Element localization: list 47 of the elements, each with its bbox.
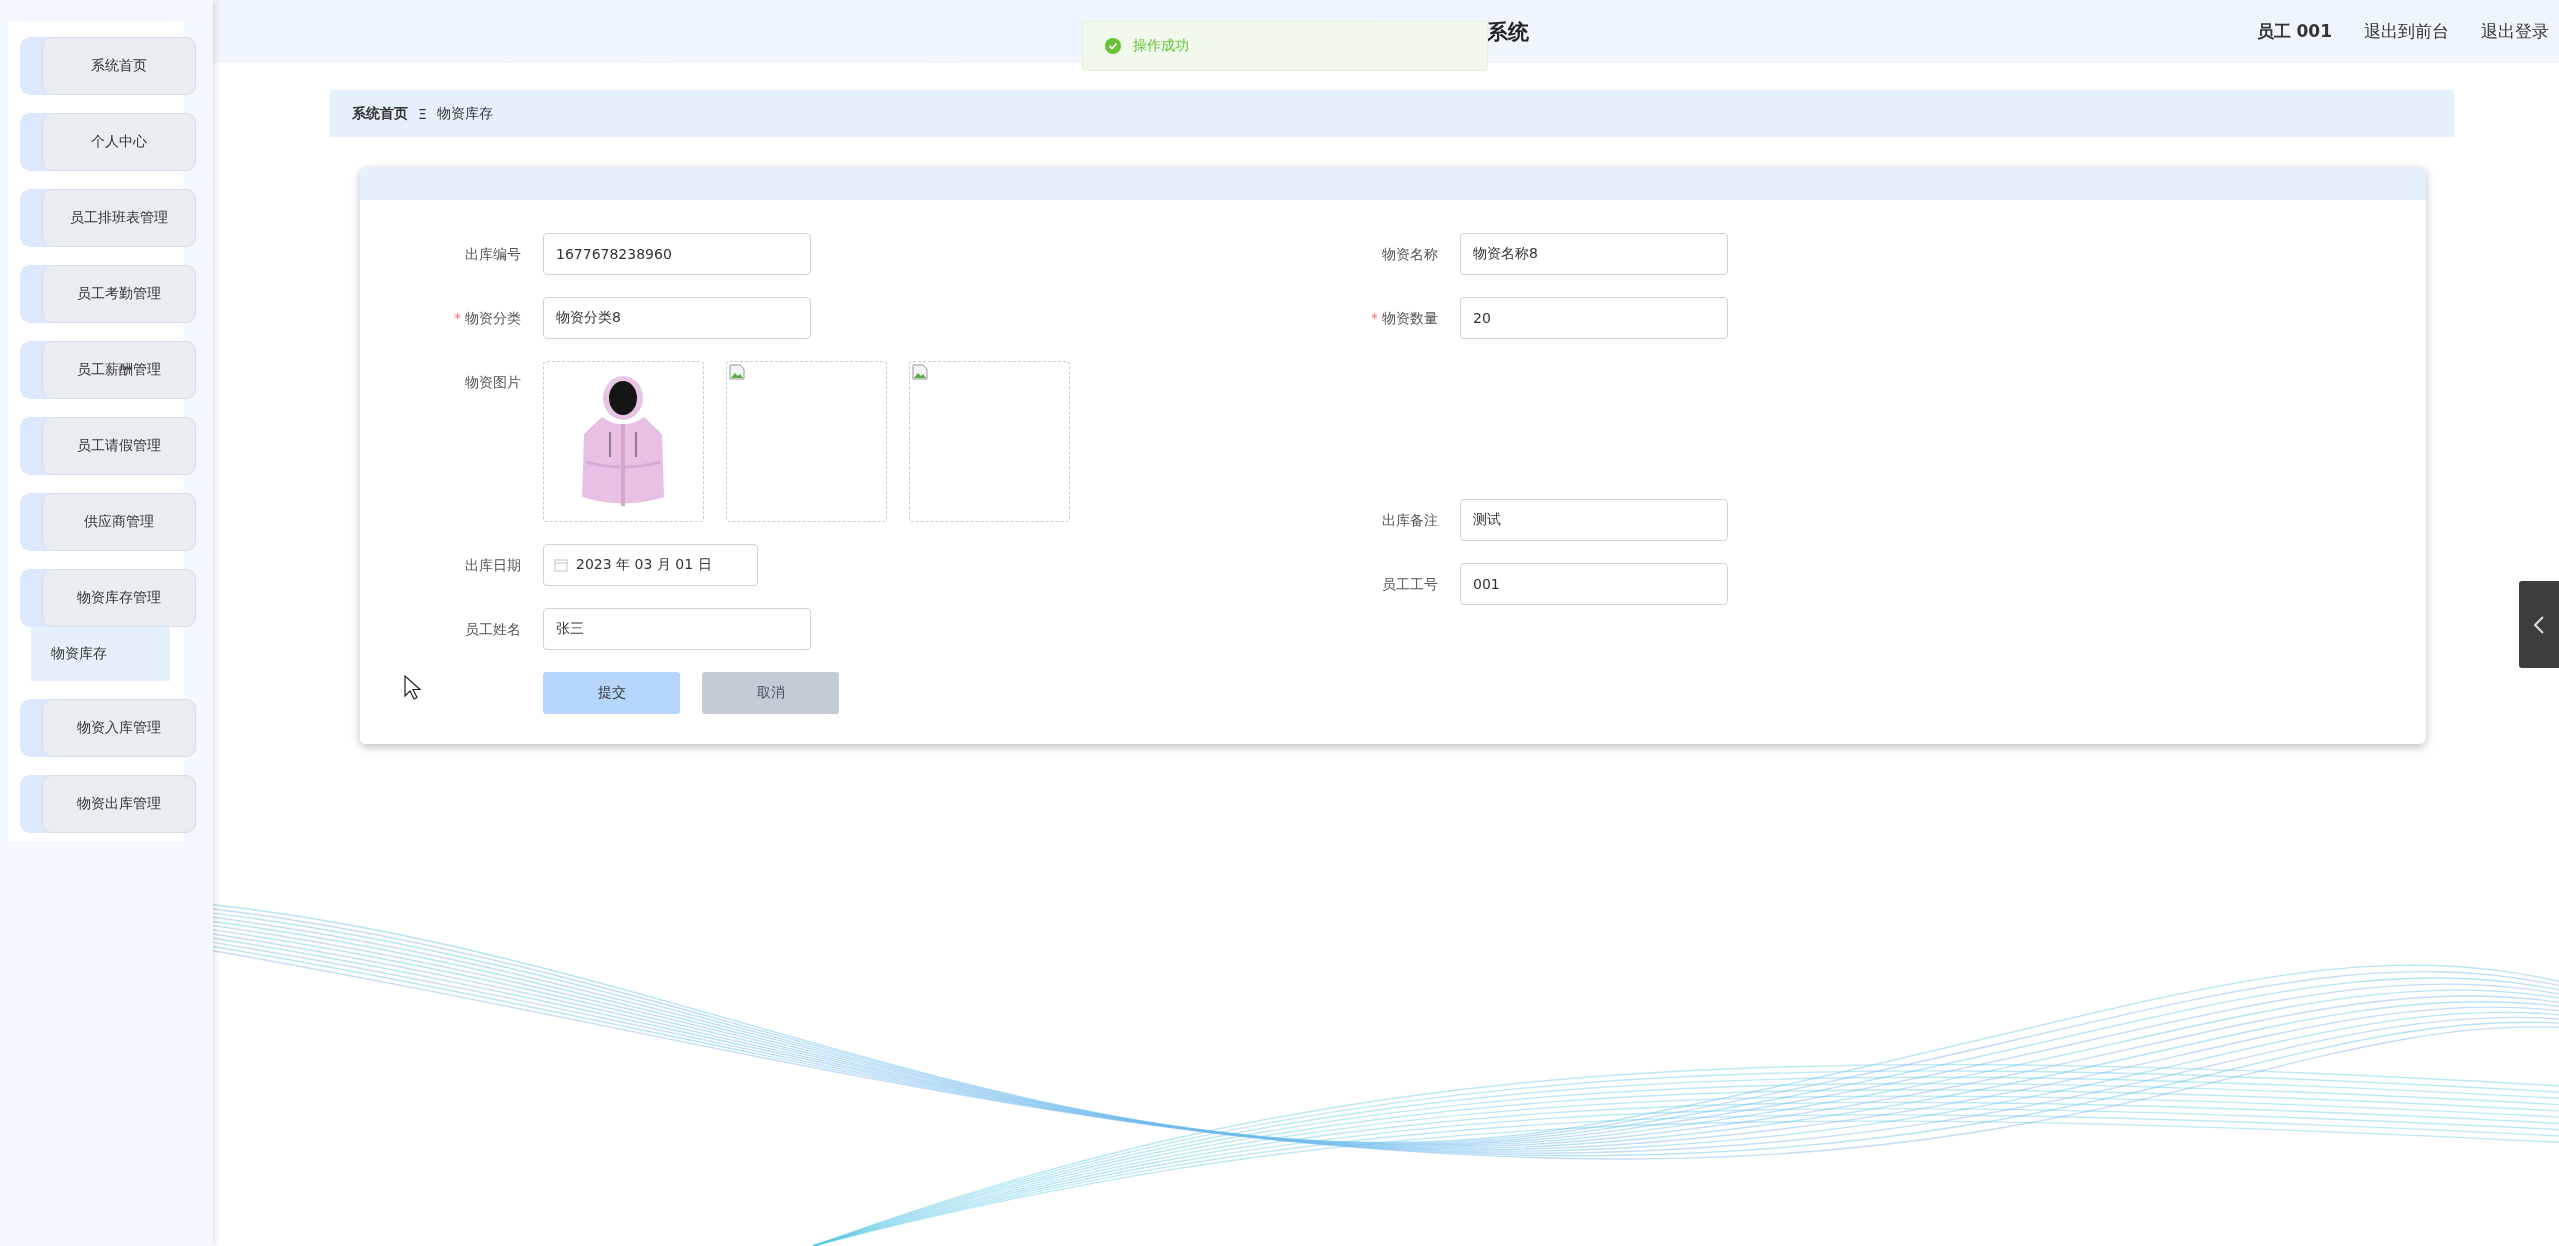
form-button[interactable]: 提交 bbox=[543, 672, 680, 714]
sidebar-item[interactable]: 员工薪酬管理 bbox=[20, 341, 196, 399]
field-label: 物资图片 bbox=[464, 373, 522, 392]
sidebar-subitem[interactable]: 物资库存 bbox=[31, 627, 170, 681]
sidebar-item[interactable]: 物资库存管理 bbox=[20, 569, 196, 627]
sidebar-item[interactable]: 物资出库管理 bbox=[20, 775, 196, 833]
collapse-tab[interactable] bbox=[2519, 581, 2559, 668]
sidebar-item[interactable]: 物资入库管理 bbox=[20, 699, 196, 757]
sidebar-item[interactable]: 员工排班表管理 bbox=[20, 189, 196, 247]
sidebar-item[interactable]: 供应商管理 bbox=[20, 493, 196, 551]
header-link[interactable]: 退出登录 bbox=[2481, 20, 2549, 43]
date-field[interactable]: 2023 年 03 月 01 日 bbox=[543, 544, 758, 586]
text-field[interactable]: 001 bbox=[1460, 563, 1728, 605]
check-circle-icon bbox=[1105, 38, 1121, 54]
app-title: 系统 bbox=[1487, 18, 1529, 46]
field-label: 出库日期 bbox=[464, 556, 522, 575]
breadcrumb-separator: Ξ bbox=[418, 105, 427, 122]
field-label: 员工工号 bbox=[1381, 575, 1439, 594]
calendar-icon bbox=[554, 558, 568, 572]
text-field[interactable]: 20 bbox=[1460, 297, 1728, 339]
text-field[interactable]: 张三 bbox=[543, 608, 811, 650]
form-button[interactable]: 取消 bbox=[702, 672, 839, 714]
field-label: * 物资分类 bbox=[453, 309, 522, 328]
toast-text: 操作成功 bbox=[1133, 37, 1189, 55]
user-name: 员工 001 bbox=[2256, 20, 2332, 43]
chevron-left-icon bbox=[2533, 614, 2545, 635]
text-field[interactable]: 1677678238960 bbox=[543, 233, 811, 275]
field-label: 物资名称 bbox=[1381, 245, 1439, 264]
sidebar-item[interactable]: 系统首页 bbox=[20, 37, 196, 95]
sidebar-item[interactable]: 个人中心 bbox=[20, 113, 196, 171]
broken-image-icon bbox=[729, 364, 745, 380]
text-field[interactable]: 测试 bbox=[1460, 499, 1728, 541]
header-link[interactable]: 退出到前台 bbox=[2364, 20, 2449, 43]
field-label: 出库备注 bbox=[1381, 511, 1439, 530]
text-field[interactable]: 物资名称8 bbox=[1460, 233, 1728, 275]
sidebar-item[interactable]: 员工考勤管理 bbox=[20, 265, 196, 323]
image-slot[interactable] bbox=[909, 361, 1070, 522]
field-label: 出库编号 bbox=[464, 245, 522, 264]
field-label: * 物资数量 bbox=[1370, 309, 1439, 328]
sidebar-item[interactable]: 员工请假管理 bbox=[20, 417, 196, 475]
text-field[interactable]: 物资分类8 bbox=[543, 297, 811, 339]
cursor-icon bbox=[404, 675, 422, 701]
image-slot[interactable] bbox=[726, 361, 887, 522]
field-label: 员工姓名 bbox=[464, 620, 522, 639]
broken-image-icon bbox=[912, 364, 928, 380]
breadcrumb-item: 物资库存 bbox=[436, 104, 493, 123]
breadcrumb-item[interactable]: 系统首页 bbox=[352, 104, 408, 123]
